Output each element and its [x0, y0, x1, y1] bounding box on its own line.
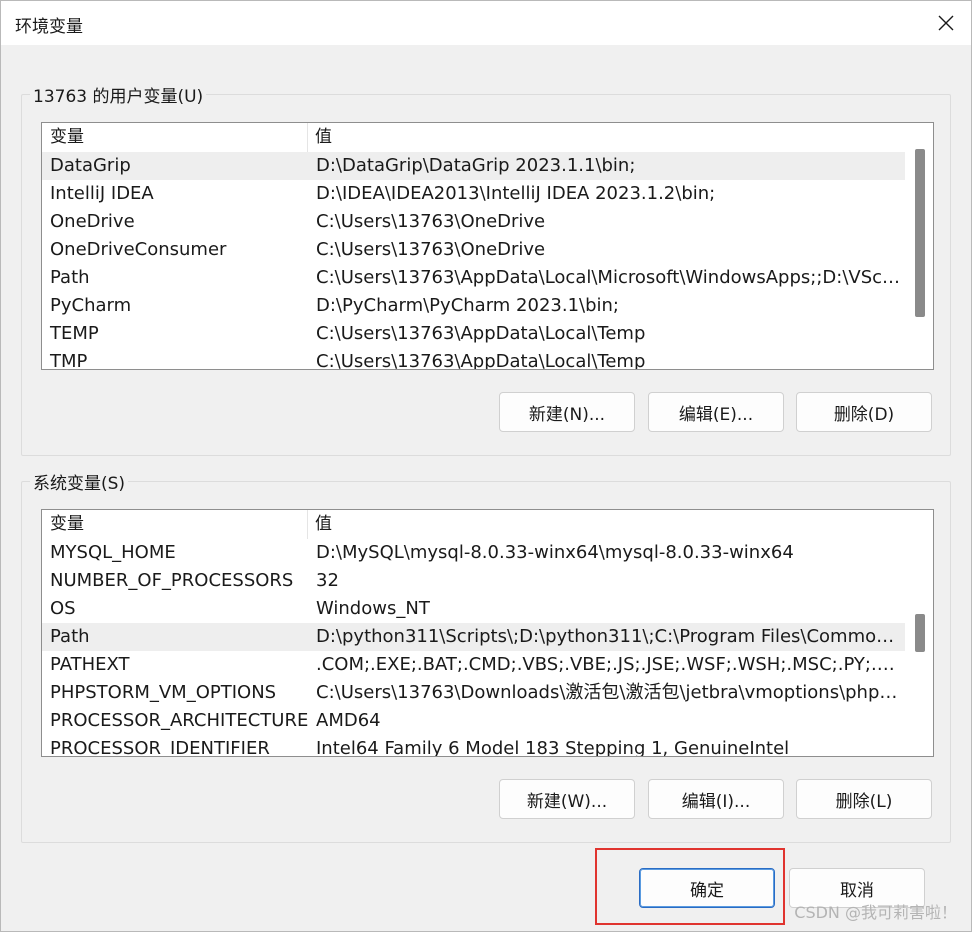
- column-header-value[interactable]: 值: [308, 123, 905, 152]
- variable-name: PROCESSOR_IDENTIFIER: [50, 738, 270, 756]
- variable-value: D:\PyCharm\PyCharm 2023.1\bin;: [316, 295, 619, 316]
- system-edit-button[interactable]: 编辑(I)...: [648, 779, 784, 819]
- list-row[interactable]: Path C:\Users\13763\AppData\Local\Micros…: [42, 264, 905, 292]
- system-delete-button[interactable]: 删除(L): [796, 779, 932, 819]
- user-edit-button[interactable]: 编辑(E)...: [648, 392, 784, 432]
- system-variables-list[interactable]: 变量 值 MYSQL_HOME D:\MySQL\mysql-8.0.33-wi…: [41, 509, 934, 757]
- watermark: CSDN @我可莉害啦！: [794, 903, 957, 922]
- variable-name: OneDriveConsumer: [50, 239, 227, 260]
- variable-name: IntelliJ IDEA: [50, 183, 154, 204]
- user-delete-button[interactable]: 删除(D): [796, 392, 932, 432]
- list-header: 变量 值: [42, 123, 905, 152]
- vertical-scrollbar[interactable]: [905, 123, 933, 369]
- variable-name: MYSQL_HOME: [50, 542, 176, 563]
- column-header-name[interactable]: 变量: [42, 510, 308, 539]
- list-header: 变量 值: [42, 510, 905, 539]
- list-row[interactable]: DataGrip D:\DataGrip\DataGrip 2023.1.1\b…: [42, 152, 905, 180]
- environment-variables-dialog: 环境变量 13763 的用户变量(U) 变量 值 DataGrip D:\Dat…: [0, 0, 972, 932]
- variable-value: D:\DataGrip\DataGrip 2023.1.1\bin;: [316, 155, 636, 176]
- list-row[interactable]: TMP C:\Users\13763\AppData\Local\Temp: [42, 348, 905, 369]
- system-variables-legend: 系统变量(S): [30, 469, 129, 494]
- list-body: DataGrip D:\DataGrip\DataGrip 2023.1.1\b…: [42, 152, 905, 369]
- list-row[interactable]: TEMP C:\Users\13763\AppData\Local\Temp: [42, 320, 905, 348]
- variable-value: C:\Users\13763\OneDrive: [316, 211, 546, 232]
- variable-value: D:\IDEA\IDEA2013\IntelliJ IDEA 2023.1.2\…: [316, 183, 716, 204]
- variable-value: C:\Users\13763\Downloads\激活包\激活包\jetbra\…: [316, 682, 905, 703]
- list-row[interactable]: PyCharm D:\PyCharm\PyCharm 2023.1\bin;: [42, 292, 905, 320]
- variable-value: D:\python311\Scripts\;D:\python311\;C:\P…: [316, 626, 905, 647]
- list-row[interactable]: IntelliJ IDEA D:\IDEA\IDEA2013\IntelliJ …: [42, 180, 905, 208]
- variable-name: TMP: [50, 351, 88, 369]
- list-row[interactable]: Path D:\python311\Scripts\;D:\python311\…: [42, 623, 905, 651]
- scrollbar-thumb[interactable]: [915, 149, 925, 317]
- variable-value: Windows_NT: [316, 598, 430, 619]
- variable-name: Path: [50, 626, 90, 647]
- annotation-highlight: [595, 848, 785, 925]
- variable-name: TEMP: [50, 323, 99, 344]
- variable-value: C:\Users\13763\OneDrive: [316, 239, 546, 260]
- variable-value: Intel64 Family 6 Model 183 Stepping 1, G…: [316, 738, 790, 756]
- variable-name: PyCharm: [50, 295, 132, 316]
- variable-name: DataGrip: [50, 155, 131, 176]
- user-variables-legend: 13763 的用户变量(U): [30, 82, 207, 107]
- list-row[interactable]: OS Windows_NT: [42, 595, 905, 623]
- variable-name: NUMBER_OF_PROCESSORS: [50, 570, 294, 591]
- list-body: MYSQL_HOME D:\MySQL\mysql-8.0.33-winx64\…: [42, 539, 905, 756]
- scrollbar-thumb[interactable]: [915, 614, 925, 652]
- close-icon: [938, 15, 954, 31]
- close-button[interactable]: [921, 1, 971, 45]
- list-row[interactable]: NUMBER_OF_PROCESSORS 32: [42, 567, 905, 595]
- variable-name: PATHEXT: [50, 654, 130, 675]
- list-row[interactable]: PATHEXT .COM;.EXE;.BAT;.CMD;.VBS;.VBE;.J…: [42, 651, 905, 679]
- column-header-name[interactable]: 变量: [42, 123, 308, 152]
- variable-name: Path: [50, 267, 90, 288]
- dialog-title: 环境变量: [15, 17, 83, 37]
- user-new-button[interactable]: 新建(N)...: [499, 392, 635, 432]
- system-new-button[interactable]: 新建(W)...: [499, 779, 635, 819]
- variable-value: AMD64: [316, 710, 381, 731]
- list-row[interactable]: OneDrive C:\Users\13763\OneDrive: [42, 208, 905, 236]
- variable-value: .COM;.EXE;.BAT;.CMD;.VBS;.VBE;.JS;.JSE;.…: [316, 654, 905, 675]
- list-row[interactable]: PHPSTORM_VM_OPTIONS C:\Users\13763\Downl…: [42, 679, 905, 707]
- list-row[interactable]: PROCESSOR_ARCHITECTURE AMD64: [42, 707, 905, 735]
- variable-value: C:\Users\13763\AppData\Local\Temp: [316, 351, 646, 369]
- column-header-value[interactable]: 值: [308, 510, 905, 539]
- variable-name: OS: [50, 598, 76, 619]
- variable-name: PHPSTORM_VM_OPTIONS: [50, 682, 277, 703]
- title-bar: 环境变量: [1, 1, 971, 45]
- user-variables-list[interactable]: 变量 值 DataGrip D:\DataGrip\DataGrip 2023.…: [41, 122, 934, 370]
- variable-value: D:\MySQL\mysql-8.0.33-winx64\mysql-8.0.3…: [316, 542, 794, 563]
- list-row[interactable]: MYSQL_HOME D:\MySQL\mysql-8.0.33-winx64\…: [42, 539, 905, 567]
- variable-value: 32: [316, 570, 339, 591]
- variable-value: C:\Users\13763\AppData\Local\Temp: [316, 323, 646, 344]
- list-row[interactable]: OneDriveConsumer C:\Users\13763\OneDrive: [42, 236, 905, 264]
- variable-name: PROCESSOR_ARCHITECTURE: [50, 710, 309, 731]
- vertical-scrollbar[interactable]: [905, 510, 933, 756]
- variable-name: OneDrive: [50, 211, 135, 232]
- list-row[interactable]: PROCESSOR_IDENTIFIER Intel64 Family 6 Mo…: [42, 735, 905, 756]
- variable-value: C:\Users\13763\AppData\Local\Microsoft\W…: [316, 267, 905, 288]
